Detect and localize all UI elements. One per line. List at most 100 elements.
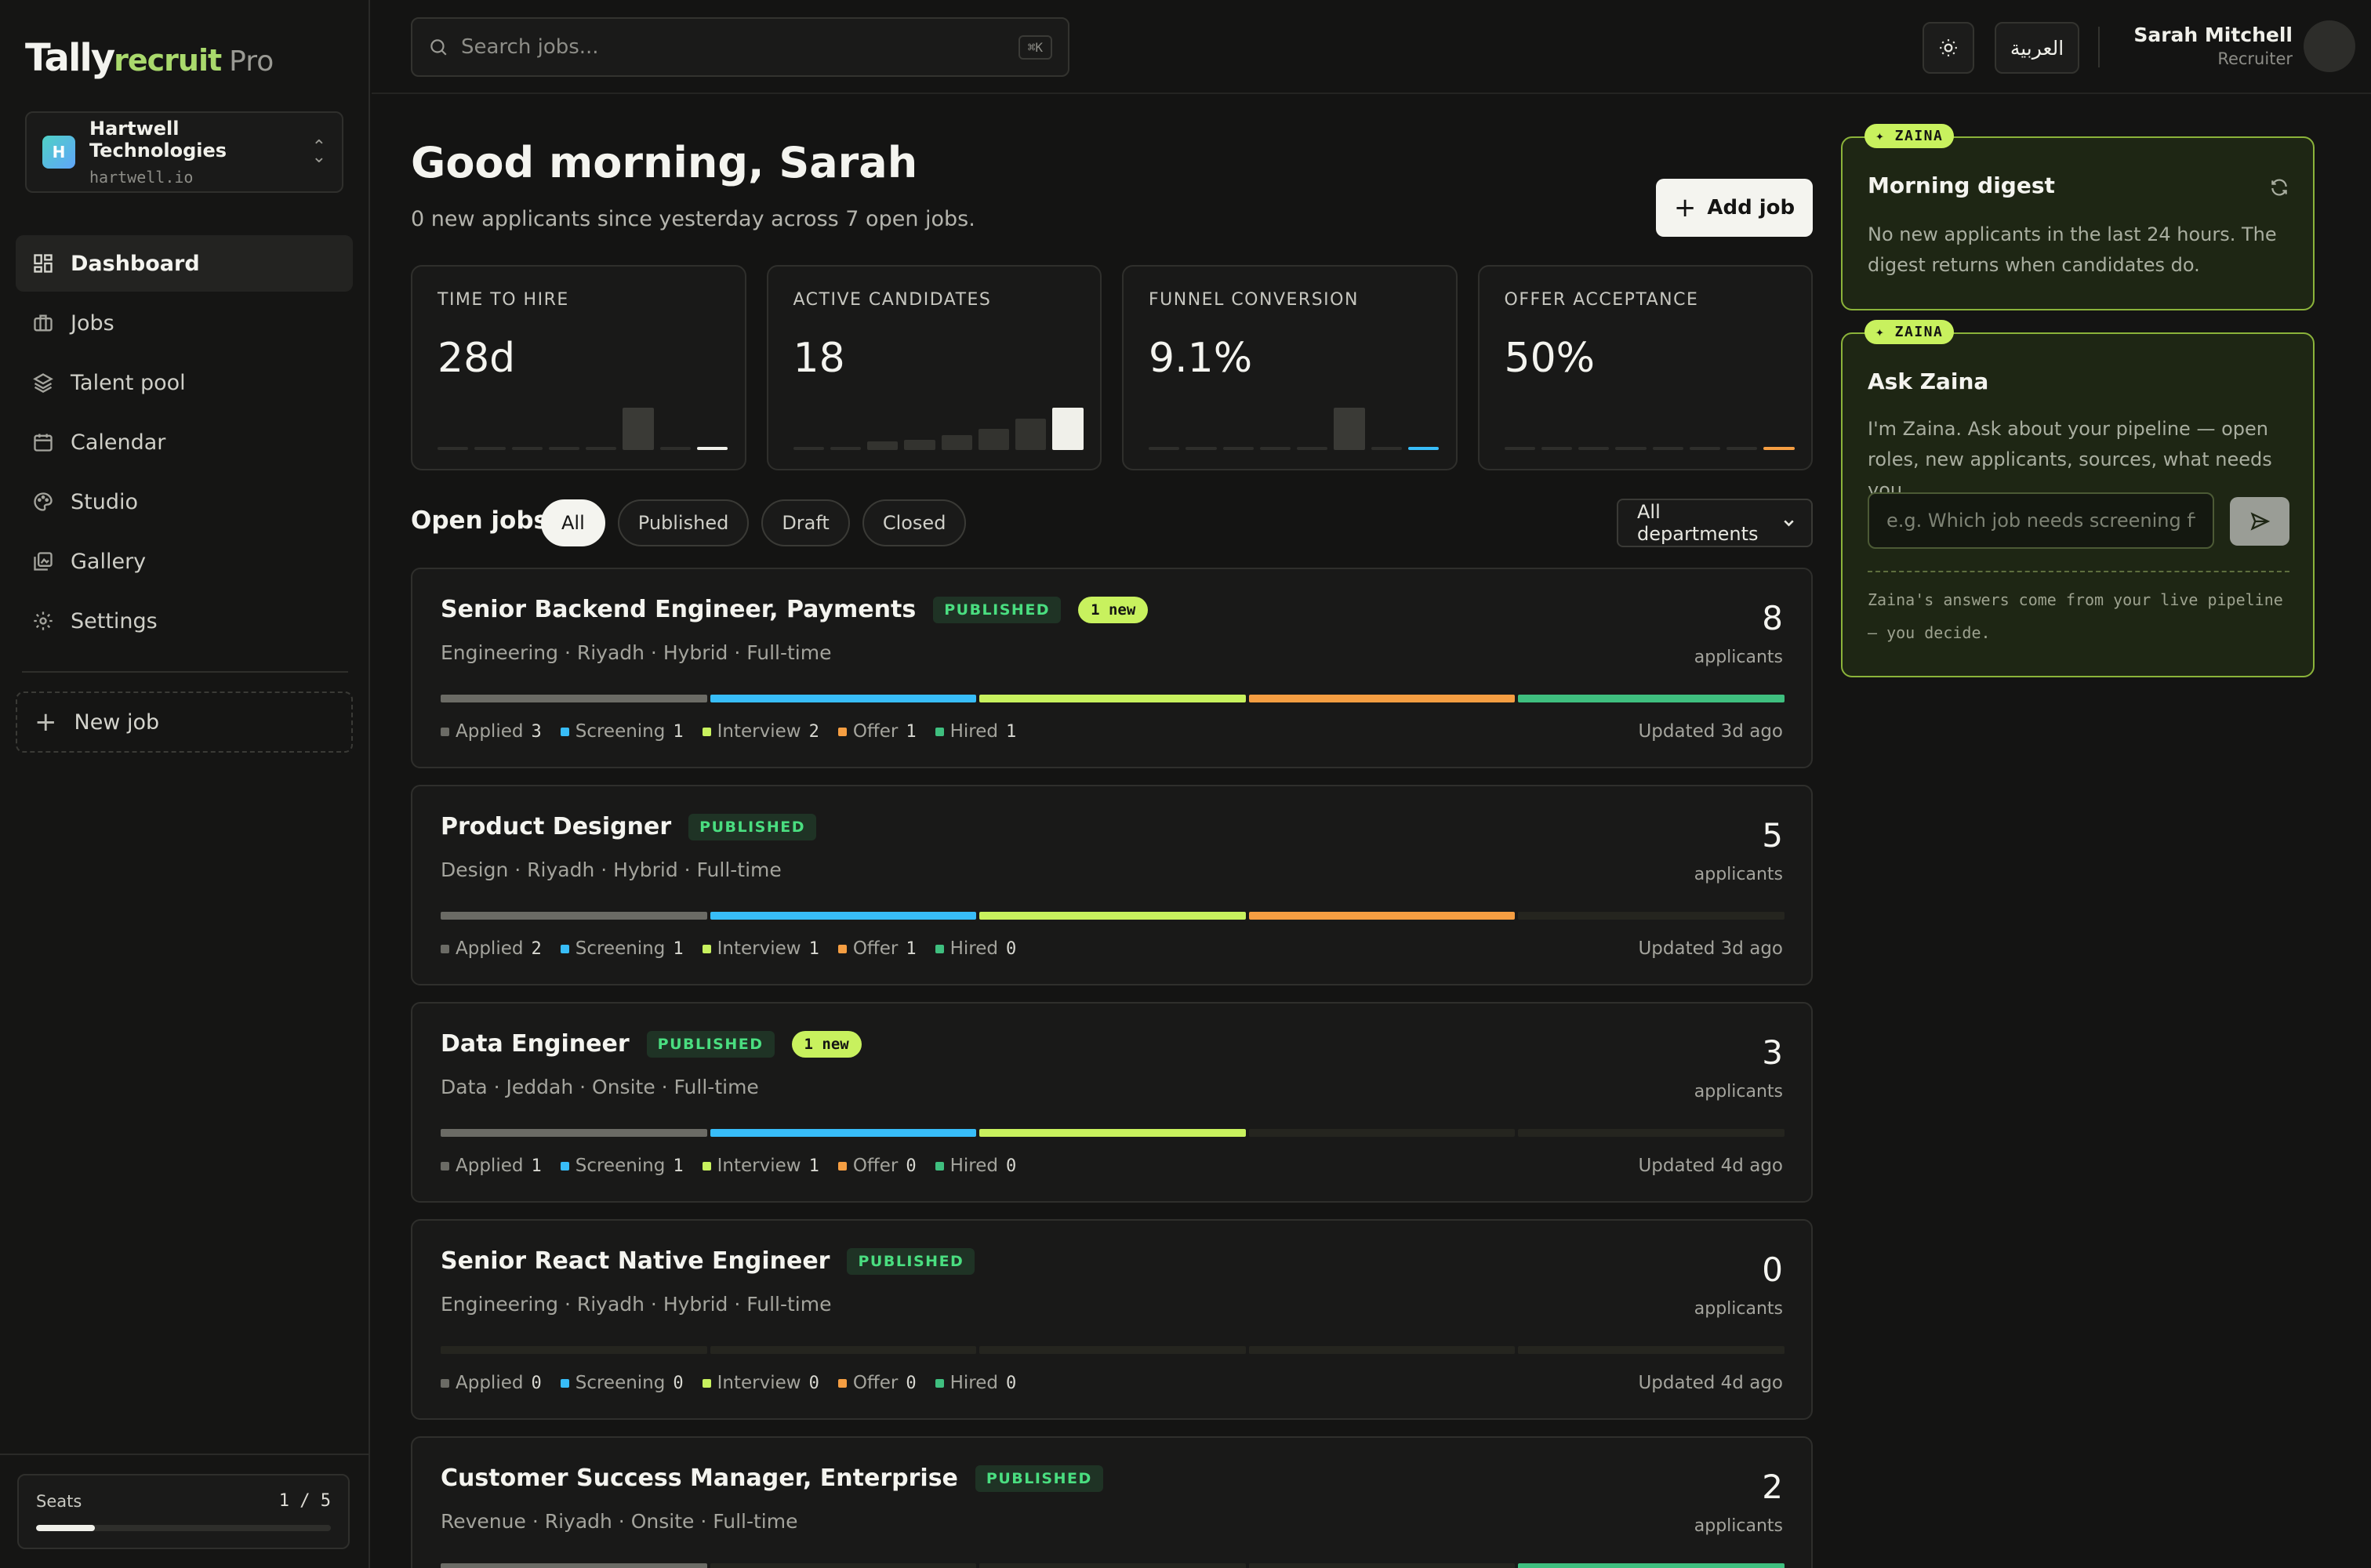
pipeline-segment: [710, 1563, 977, 1568]
job-card[interactable]: Product Designer PUBLISHED Design · Riya…: [411, 785, 1813, 985]
job-title[interactable]: Senior Backend Engineer, Payments: [441, 596, 916, 623]
legend-dot: [560, 1161, 569, 1171]
legend-count: 0: [531, 1373, 542, 1393]
legend-item: Offer 0: [837, 1373, 917, 1393]
kpi-label: ACTIVE CANDIDATES: [793, 290, 992, 310]
department-value: All departments: [1637, 501, 1759, 545]
sidebar-item-studio[interactable]: Studio: [16, 474, 353, 530]
legend-dot: [560, 727, 569, 736]
sparkline-bar: [941, 435, 972, 450]
seats-divider: [0, 1454, 369, 1455]
pipeline-segment: [979, 1129, 1246, 1137]
theme-toggle-button[interactable]: [1923, 22, 1974, 74]
filter-published[interactable]: Published: [617, 499, 750, 546]
applicant-count: 0: [1762, 1250, 1783, 1289]
job-title[interactable]: Customer Success Manager, Enterprise: [441, 1465, 958, 1492]
legend-count: 1: [906, 721, 917, 742]
legend-dot: [935, 1378, 944, 1388]
sidebar-item-settings[interactable]: Settings: [16, 593, 353, 649]
zaina-tag: ✦ ZAINA: [1864, 124, 1955, 148]
legend-label: Offer: [852, 721, 899, 742]
ask-footer: Zaina's answers come from your live pipe…: [1868, 590, 2283, 642]
legend-item: Applied 3: [441, 721, 542, 742]
legend-count: 0: [906, 1156, 917, 1176]
sidebar-item-calendar[interactable]: Calendar: [16, 414, 353, 470]
kpi-label: FUNNEL CONVERSION: [1149, 290, 1359, 310]
legend-dot: [702, 727, 711, 736]
sparkline-bar: [978, 429, 1009, 450]
avatar[interactable]: [2304, 20, 2355, 72]
pipeline-bar: [441, 1563, 1785, 1568]
job-meta: Revenue · Riyadh · Onsite · Full-time: [441, 1510, 798, 1533]
top-bar: ⌘K العربية Sarah Mitchell Recruiter: [372, 0, 2371, 94]
job-card[interactable]: Data Engineer PUBLISHED 1 new Data · Jed…: [411, 1002, 1813, 1203]
legend-item: Interview 0: [702, 1373, 819, 1393]
ask-zaina-input[interactable]: [1868, 492, 2214, 549]
sparkline-bar: [1371, 447, 1402, 450]
seats-label: Seats: [36, 1491, 82, 1511]
job-title[interactable]: Senior React Native Engineer: [441, 1247, 830, 1275]
job-card[interactable]: Senior React Native Engineer PUBLISHED E…: [411, 1219, 1813, 1420]
legend-count: 1: [673, 1156, 684, 1176]
language-button[interactable]: العربية: [1995, 22, 2079, 74]
open-jobs-heading: Open jobs: [411, 506, 548, 535]
legend-dot: [560, 944, 569, 953]
sparkline-bar: [1149, 447, 1180, 450]
user-info[interactable]: Sarah Mitchell Recruiter: [2097, 24, 2293, 68]
kpi-sparkline: [1149, 408, 1439, 450]
legend-item: Applied 2: [441, 938, 542, 959]
sidebar-item-jobs[interactable]: Jobs: [16, 295, 353, 351]
legend-dot: [837, 1378, 847, 1388]
kpi-sparkline: [438, 408, 728, 450]
seats-progress: [36, 1525, 331, 1531]
sidebar-item-talent-pool[interactable]: Talent pool: [16, 354, 353, 411]
legend-dot: [935, 1161, 944, 1171]
sparkline-bar: [1015, 418, 1047, 450]
job-title[interactable]: Data Engineer: [441, 1030, 630, 1058]
job-card[interactable]: Senior Backend Engineer, Payments PUBLIS…: [411, 568, 1813, 768]
plus-icon: +: [34, 706, 57, 738]
dashboard-icon: [31, 252, 55, 275]
sparkline-bar: [1186, 447, 1217, 450]
new-job-button[interactable]: + New job: [16, 691, 353, 753]
refresh-icon[interactable]: [2269, 177, 2289, 201]
pipeline-segment: [1248, 1129, 1516, 1137]
sparkline-bar: [1727, 447, 1758, 450]
sidebar-item-label: Gallery: [71, 549, 147, 574]
digest-text: No new applicants in the last 24 hours. …: [1868, 223, 2277, 276]
filter-closed[interactable]: Closed: [862, 499, 967, 546]
job-title[interactable]: Product Designer: [441, 813, 671, 840]
legend-dot: [702, 1161, 711, 1171]
legend-item: Screening 0: [560, 1373, 684, 1393]
pipeline-bar: [441, 695, 1785, 702]
app-logo[interactable]: Tally recruit Pro: [25, 36, 274, 80]
sparkline-bar: [1541, 447, 1572, 450]
send-button[interactable]: [2230, 497, 2289, 546]
legend-dot: [837, 727, 847, 736]
add-job-button[interactable]: + Add job: [1656, 179, 1813, 237]
filter-all[interactable]: All: [541, 499, 605, 546]
job-card[interactable]: Customer Success Manager, Enterprise PUB…: [411, 1436, 1813, 1568]
org-badge: H: [42, 136, 75, 169]
filter-draft[interactable]: Draft: [761, 499, 850, 546]
sparkline-bar: [1259, 447, 1291, 450]
search-input[interactable]: [461, 35, 1018, 59]
sidebar-item-label: Calendar: [71, 430, 166, 455]
pipeline-segment: [979, 1563, 1246, 1568]
legend-label: Screening: [575, 1373, 666, 1393]
legend-label: Screening: [575, 721, 666, 742]
seats-card: Seats 1 / 5: [17, 1474, 350, 1549]
org-name: Hartwell Technologies: [89, 118, 227, 162]
legend-count: 1: [673, 721, 684, 742]
sidebar-item-dashboard[interactable]: Dashboard: [16, 235, 353, 292]
new-badge: 1 new: [791, 1030, 862, 1058]
legend-dot: [837, 1161, 847, 1171]
search-box[interactable]: ⌘K: [411, 17, 1069, 77]
sparkline-bar: [696, 446, 728, 450]
department-select[interactable]: All departments: [1617, 499, 1813, 547]
sidebar-item-label: Jobs: [71, 310, 114, 336]
legend-item: Offer 1: [837, 721, 917, 742]
sidebar-item-gallery[interactable]: Gallery: [16, 533, 353, 590]
legend-dot: [441, 944, 449, 953]
org-switcher[interactable]: H Hartwell Technologies hartwell.io ⌃ ⌄: [25, 111, 343, 193]
